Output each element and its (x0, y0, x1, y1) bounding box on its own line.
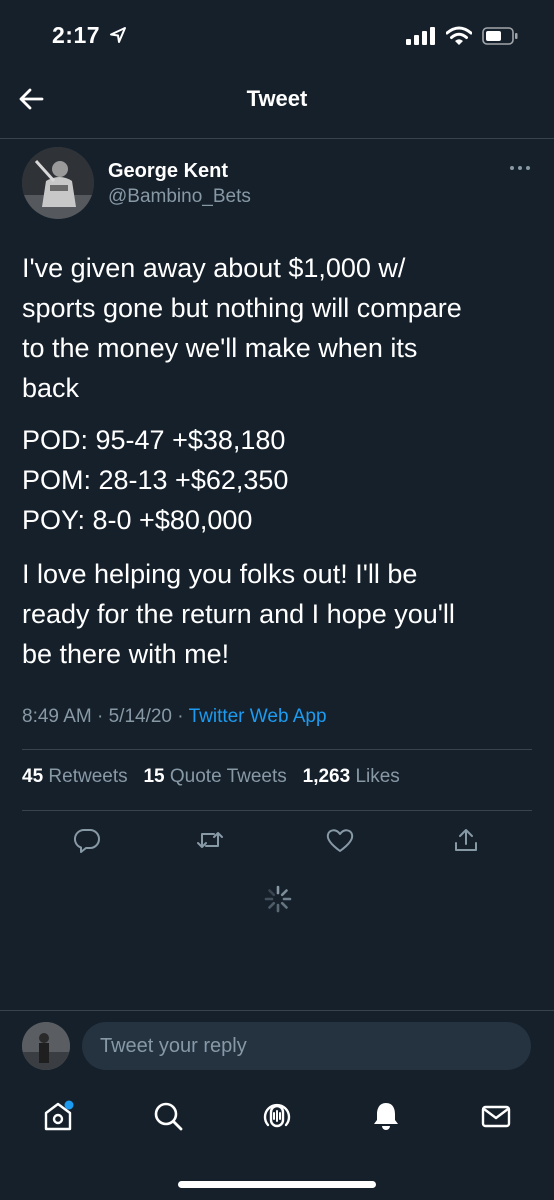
likes-count: 1,263 (302, 766, 351, 787)
tweet-stats: 45 Retweets 15 Quote Tweets 1,263 Likes (22, 766, 400, 788)
more-options-button[interactable] (508, 160, 532, 176)
likes-stat[interactable]: 1,263 Likes (303, 766, 400, 787)
battery-icon (482, 27, 518, 45)
divider (22, 810, 532, 811)
wifi-icon (446, 26, 472, 45)
share-icon (455, 829, 477, 851)
tweet-line: back (22, 373, 80, 403)
tweet-line: POM: 28-13 +$62,350 (22, 465, 289, 495)
retweet-icon (197, 832, 223, 848)
tab-notifications[interactable] (364, 1094, 408, 1138)
home-indicator[interactable] (178, 1181, 376, 1188)
retweets-stat[interactable]: 45 Retweets (22, 766, 128, 787)
page-title: Tweet (246, 86, 308, 111)
status-indicators (406, 26, 518, 46)
tweet-line: sports gone but nothing will compare (22, 293, 462, 323)
reply-bar-divider (0, 1010, 554, 1011)
meta-separator: · (97, 706, 104, 727)
home-icon (44, 1100, 74, 1131)
divider (22, 749, 532, 750)
author-name[interactable]: George Kent (108, 160, 228, 183)
tweet-paragraph-3: I love helping you folks out! I'll be re… (22, 554, 534, 674)
reply-button[interactable] (67, 820, 107, 860)
tweet-line: POD: 95-47 +$38,180 (22, 425, 286, 455)
tweet-line: ready for the return and I hope you'll (22, 599, 455, 629)
share-button[interactable] (446, 820, 486, 860)
tweet-date: 5/14/20 (108, 706, 173, 727)
spaces-icon (263, 1103, 291, 1128)
retweets-label: Retweets (48, 766, 128, 787)
like-button[interactable] (320, 820, 360, 860)
tweet-line: to the money we'll make when its (22, 333, 418, 363)
more-dots-icon (510, 166, 530, 170)
avatar-photo (22, 147, 94, 219)
tab-home[interactable] (36, 1094, 80, 1138)
author-avatar[interactable] (22, 147, 94, 219)
avatar-photo (22, 1022, 70, 1070)
tweet-time: 8:49 AM (22, 706, 92, 727)
search-icon (154, 1102, 183, 1131)
retweets-count: 45 (22, 766, 44, 787)
tweet-line: be there with me! (22, 639, 230, 669)
status-time-text: 2:17 (52, 22, 101, 48)
tweet-line: POY: 8-0 +$80,000 (22, 505, 253, 535)
retweet-button[interactable] (190, 820, 230, 860)
author-handle[interactable]: @Bambino_Bets (108, 186, 251, 208)
meta-separator: · (177, 706, 184, 727)
likes-label: Likes (355, 766, 400, 787)
quote-tweets-label: Quote Tweets (169, 766, 287, 787)
quote-tweets-stat[interactable]: 15 Quote Tweets (143, 766, 286, 787)
status-time: 2:17 (52, 22, 127, 49)
reply-icon (73, 828, 100, 853)
tweet-paragraph-2: POD: 95-47 +$38,180 POM: 28-13 +$62,350 … (22, 420, 534, 540)
header-divider (0, 138, 554, 139)
tweet-line: I love helping you folks out! I'll be (22, 559, 418, 589)
location-arrow-icon (109, 27, 126, 43)
reply-input[interactable] (82, 1022, 531, 1070)
tweet-source-link[interactable]: Twitter Web App (189, 706, 327, 727)
tweet-paragraph-1: I've given away about $1,000 w/ sports g… (22, 248, 534, 408)
heart-icon (326, 829, 354, 852)
cellular-signal-icon (406, 27, 435, 45)
notifications-icon (374, 1103, 398, 1130)
tab-search[interactable] (146, 1094, 190, 1138)
loading-spinner-icon (263, 884, 293, 914)
tweet-meta: 8:49 AM · 5/14/20 · Twitter Web App (22, 706, 327, 728)
quote-tweets-count: 15 (143, 766, 165, 787)
messages-icon (481, 1105, 511, 1128)
tweet-line: I've given away about $1,000 w/ (22, 253, 406, 283)
user-avatar[interactable] (22, 1022, 70, 1070)
tab-spaces[interactable] (255, 1094, 299, 1138)
tab-messages[interactable] (474, 1094, 518, 1138)
